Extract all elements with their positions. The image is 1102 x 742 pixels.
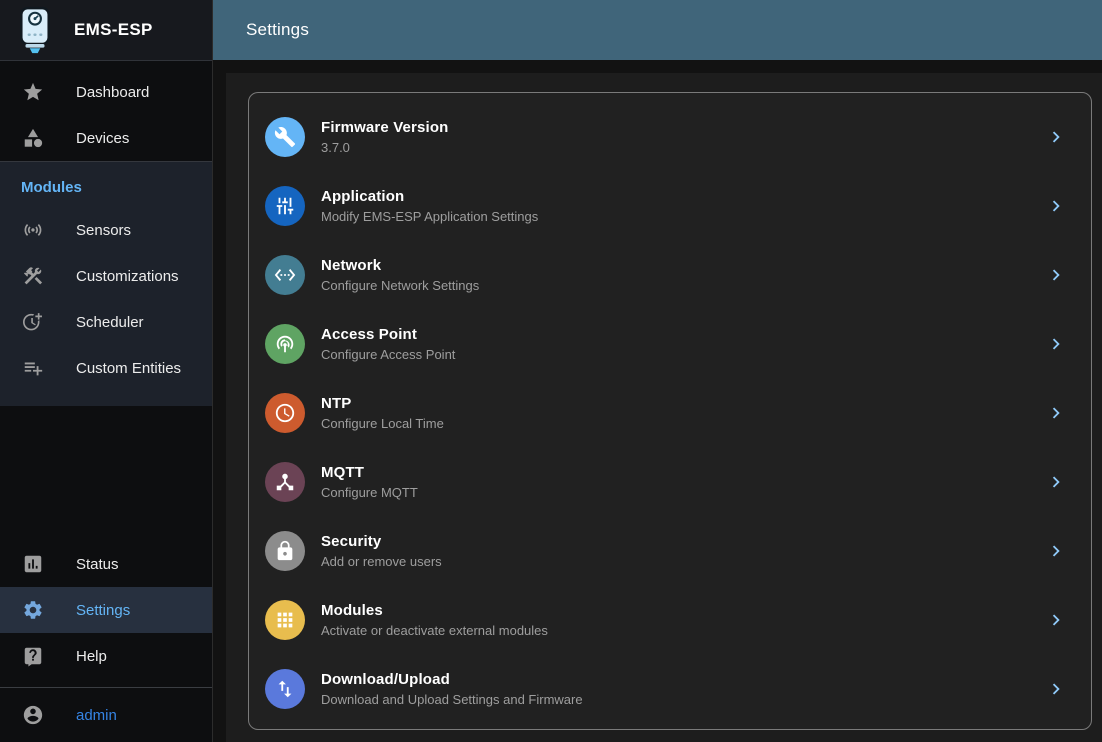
settings-row-security[interactable]: Security Add or remove users <box>249 516 1091 585</box>
chevron-right-icon <box>1045 678 1067 700</box>
lock-icon <box>265 531 305 571</box>
app-title: EMS-ESP <box>74 20 153 40</box>
row-subtitle: Download and Upload Settings and Firmwar… <box>321 692 1045 707</box>
row-title: Security <box>321 533 1045 550</box>
settings-row-mqtt[interactable]: MQTT Configure MQTT <box>249 447 1091 516</box>
row-subtitle: Configure Local Time <box>321 416 1045 431</box>
app-logo-header: EMS-ESP <box>0 0 212 61</box>
row-text: Download/Upload Download and Upload Sett… <box>321 671 1045 707</box>
chevron-right-icon <box>1045 126 1067 148</box>
sidebar-item-label: Status <box>76 556 119 573</box>
sidebar-item-settings[interactable]: Settings <box>0 587 212 633</box>
row-subtitle: Activate or deactivate external modules <box>321 623 1045 638</box>
sidebar-item-customizations[interactable]: Customizations <box>0 253 212 299</box>
row-text: Access Point Configure Access Point <box>321 326 1045 362</box>
sidebar-item-label: Scheduler <box>76 314 144 331</box>
sidebar-user[interactable]: admin <box>0 687 212 742</box>
row-subtitle: Add or remove users <box>321 554 1045 569</box>
boiler-logo-icon <box>16 6 54 54</box>
row-text: Firmware Version 3.7.0 <box>321 119 1045 155</box>
row-title: Modules <box>321 602 1045 619</box>
row-text: MQTT Configure MQTT <box>321 464 1045 500</box>
sidebar-item-status[interactable]: Status <box>0 541 212 587</box>
settings-row-application[interactable]: Application Modify EMS-ESP Application S… <box>249 171 1091 240</box>
sidebar-item-sensors[interactable]: Sensors <box>0 207 212 253</box>
row-subtitle: Configure Access Point <box>321 347 1045 362</box>
sidebar-item-label: Dashboard <box>76 84 149 101</box>
sidebar-item-label: Devices <box>76 130 129 147</box>
row-title: Firmware Version <box>321 119 1045 136</box>
sidebar-item-custom-entities[interactable]: Custom Entities <box>0 345 212 391</box>
row-title: Application <box>321 188 1045 205</box>
tune-icon <box>265 186 305 226</box>
chevron-right-icon <box>1045 402 1067 424</box>
sidebar-item-scheduler[interactable]: Scheduler <box>0 299 212 345</box>
row-title: Download/Upload <box>321 671 1045 688</box>
row-title: MQTT <box>321 464 1045 481</box>
construction-icon <box>22 264 46 288</box>
row-text: Network Configure Network Settings <box>321 257 1045 293</box>
sidebar-item-label: Settings <box>76 602 130 619</box>
star-icon <box>22 80 46 104</box>
sidebar-spacer <box>0 406 212 541</box>
chevron-right-icon <box>1045 471 1067 493</box>
row-subtitle: Configure MQTT <box>321 485 1045 500</box>
gear-icon <box>22 598 46 622</box>
row-subtitle: 3.7.0 <box>321 140 1045 155</box>
wrench-icon <box>265 117 305 157</box>
settings-row-network[interactable]: Network Configure Network Settings <box>249 240 1091 309</box>
device-hub-icon <box>265 462 305 502</box>
chevron-right-icon <box>1045 195 1067 217</box>
help-icon <box>22 644 46 668</box>
sidebar-top-nav: Dashboard Devices <box>0 61 212 161</box>
sidebar-item-help[interactable]: Help <box>0 633 212 679</box>
analytics-icon <box>22 552 46 576</box>
sidebar-item-devices[interactable]: Devices <box>0 115 212 161</box>
row-subtitle: Modify EMS-ESP Application Settings <box>321 209 1045 224</box>
row-title: Network <box>321 257 1045 274</box>
chevron-right-icon <box>1045 609 1067 631</box>
row-text: Security Add or remove users <box>321 533 1045 569</box>
row-subtitle: Configure Network Settings <box>321 278 1045 293</box>
chevron-right-icon <box>1045 540 1067 562</box>
settings-row-access-point[interactable]: Access Point Configure Access Point <box>249 309 1091 378</box>
row-text: NTP Configure Local Time <box>321 395 1045 431</box>
settings-row-ntp[interactable]: NTP Configure Local Time <box>249 378 1091 447</box>
app-root: EMS-ESP Dashboard Devices Modules <box>0 0 1102 742</box>
apps-grid-icon <box>265 600 305 640</box>
appbar: Settings <box>213 0 1102 60</box>
modules-section: Modules Sensors Customizations Scheduler <box>0 161 212 406</box>
playlist-add-icon <box>22 356 46 380</box>
page-title: Settings <box>246 20 309 40</box>
row-text: Modules Activate or deactivate external … <box>321 602 1045 638</box>
clock-icon <box>265 393 305 433</box>
wifi-tethering-icon <box>265 324 305 364</box>
account-circle-icon <box>22 703 46 727</box>
settings-row-firmware-version[interactable]: Firmware Version 3.7.0 <box>249 102 1091 171</box>
import-export-icon <box>265 669 305 709</box>
content-surface: Firmware Version 3.7.0 Application Modif… <box>226 73 1102 742</box>
chevron-right-icon <box>1045 333 1067 355</box>
row-text: Application Modify EMS-ESP Application S… <box>321 188 1045 224</box>
sidebar-item-dashboard[interactable]: Dashboard <box>0 69 212 115</box>
chevron-right-icon <box>1045 264 1067 286</box>
category-icon <box>22 126 46 150</box>
settings-row-download-upload[interactable]: Download/Upload Download and Upload Sett… <box>249 654 1091 723</box>
sensors-icon <box>22 218 46 242</box>
sidebar-item-label: Customizations <box>76 268 179 285</box>
modules-section-header: Modules <box>0 176 212 200</box>
row-title: NTP <box>321 395 1045 412</box>
more-time-icon <box>22 310 46 334</box>
ethernet-icon <box>265 255 305 295</box>
sidebar-item-label: Help <box>76 648 107 665</box>
row-title: Access Point <box>321 326 1045 343</box>
sidebar: EMS-ESP Dashboard Devices Modules <box>0 0 213 742</box>
settings-card: Firmware Version 3.7.0 Application Modif… <box>248 92 1092 730</box>
sidebar-item-label: Sensors <box>76 222 131 239</box>
sidebar-user-label: admin <box>76 707 117 724</box>
settings-row-modules[interactable]: Modules Activate or deactivate external … <box>249 585 1091 654</box>
sidebar-item-label: Custom Entities <box>76 360 181 377</box>
main-area: Firmware Version 3.7.0 Application Modif… <box>213 60 1102 742</box>
